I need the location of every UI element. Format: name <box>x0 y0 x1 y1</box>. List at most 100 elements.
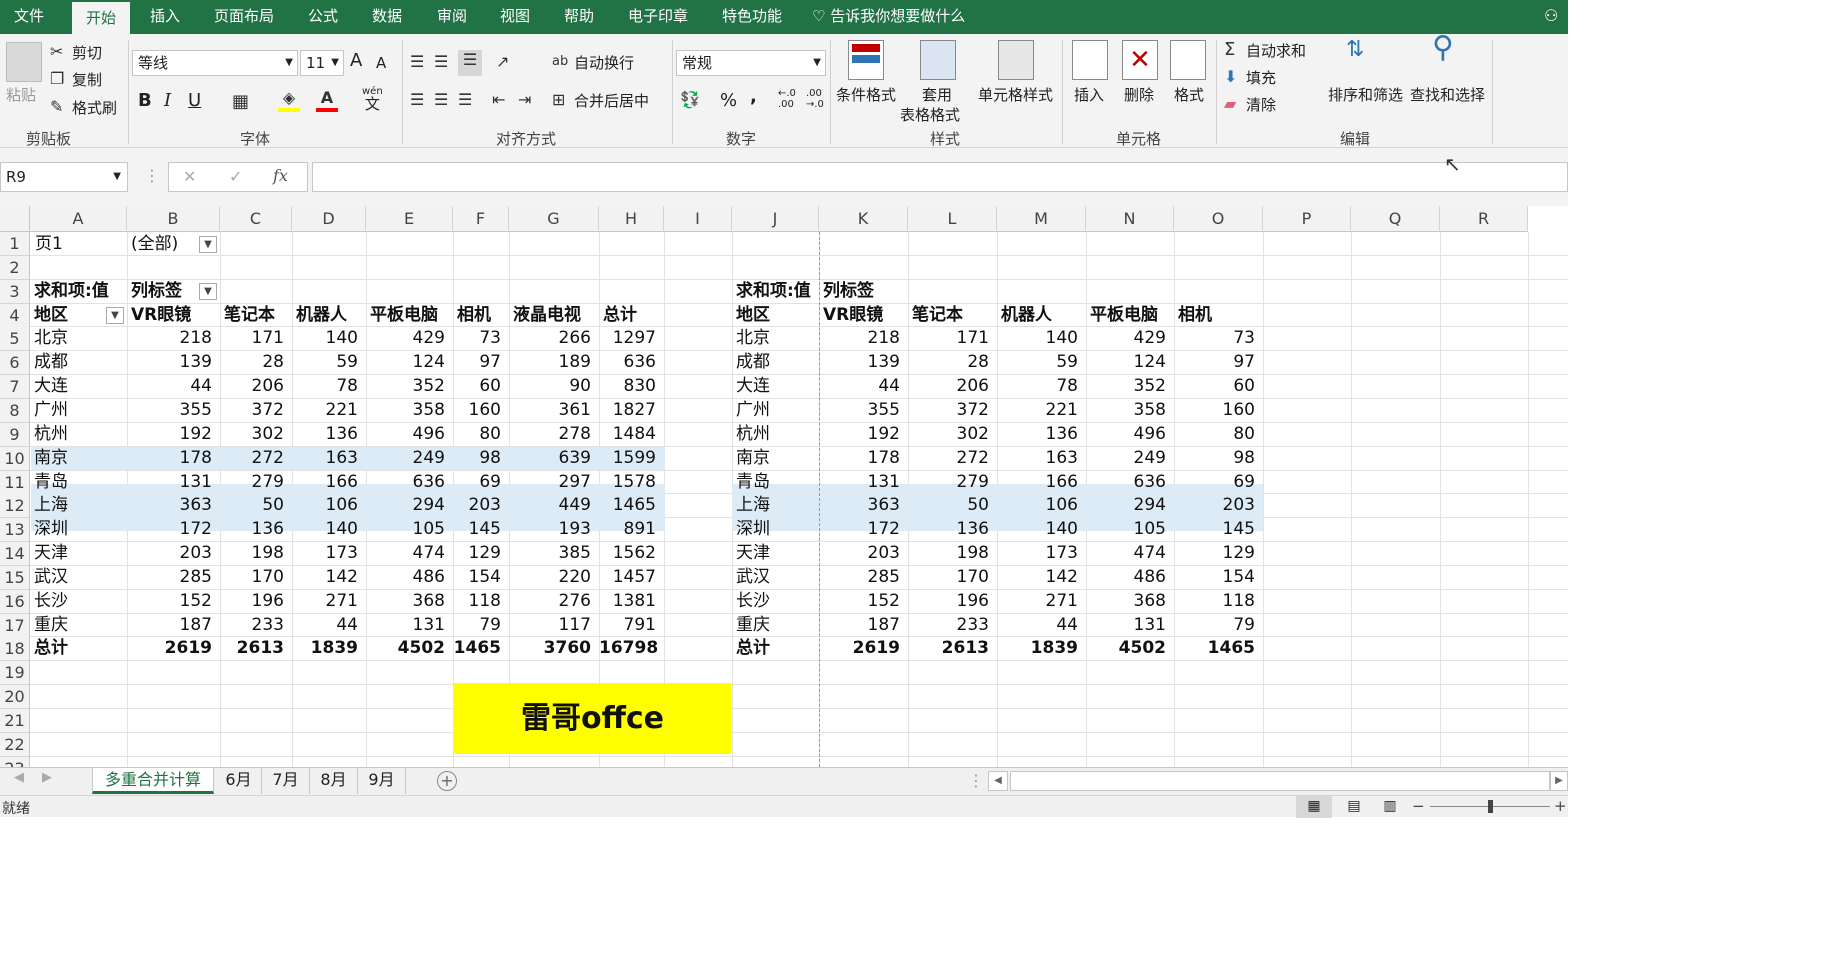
tab-data[interactable]: 数据 <box>372 0 402 34</box>
pivot-value-cell[interactable]: 192 <box>127 423 220 446</box>
pivot-value-cell[interactable]: 187 <box>127 614 220 637</box>
format-as-table-label[interactable]: 表格格式 <box>900 104 960 125</box>
fill-color-icon[interactable]: ◈ <box>278 88 300 112</box>
pivot-value-cell[interactable]: 129 <box>453 542 509 565</box>
scroll-right-icon[interactable]: ▶ <box>42 770 52 785</box>
pivot-value-cell[interactable]: 1297 <box>599 327 664 350</box>
tab-e-seal[interactable]: 电子印章 <box>628 0 688 34</box>
increase-font-button[interactable]: A <box>350 50 362 71</box>
autosum-button[interactable]: 自动求和 <box>1246 40 1306 61</box>
pivot-value-cell[interactable]: 372 <box>220 399 292 422</box>
pivot-value-cell[interactable]: 203 <box>453 494 509 517</box>
pivot-value-cell[interactable]: 171 <box>220 327 292 350</box>
pivot-value-cell[interactable]: 206 <box>220 375 292 398</box>
column-header[interactable]: H <box>599 206 664 232</box>
pivot-value-cell[interactable]: 203 <box>1174 494 1263 517</box>
pivot-value-cell[interactable]: 1827 <box>599 399 664 422</box>
row-header[interactable]: 3 <box>0 279 30 304</box>
pivot-value-cell[interactable]: 166 <box>997 471 1086 494</box>
pivot-value-cell[interactable]: 372 <box>908 399 997 422</box>
pivot-row-name[interactable]: 重庆 <box>732 614 819 637</box>
delete-cells-button[interactable]: 删除 <box>1124 84 1154 105</box>
pivot-value-cell[interactable]: 203 <box>127 542 220 565</box>
pivot-value-cell[interactable]: 131 <box>1086 614 1174 637</box>
pivot-value-cell[interactable]: 73 <box>1174 327 1263 350</box>
pivot-value-cell[interactable]: 140 <box>292 518 366 541</box>
align-top-icon[interactable]: ☰ <box>410 52 424 72</box>
fill-button[interactable]: 填充 <box>1246 67 1276 88</box>
pivot-value-cell[interactable]: 152 <box>127 590 220 613</box>
border-icon[interactable]: ▦ <box>232 92 249 112</box>
pivot-value-cell[interactable]: 59 <box>292 351 366 374</box>
column-header[interactable]: E <box>366 206 453 232</box>
pivot-value-cell[interactable]: 196 <box>908 590 997 613</box>
pivot-row-name[interactable]: 天津 <box>30 542 127 565</box>
row-header[interactable]: 2 <box>0 255 30 280</box>
pivot-value-cell[interactable]: 50 <box>908 494 997 517</box>
row-header[interactable]: 22 <box>0 732 30 757</box>
row-header[interactable]: 19 <box>0 661 30 686</box>
pivot-value-cell[interactable]: 639 <box>509 447 599 470</box>
pivot-value-cell[interactable]: 385 <box>509 542 599 565</box>
pivot-value-cell[interactable]: 140 <box>997 518 1086 541</box>
pivot-value-cell[interactable]: 173 <box>292 542 366 565</box>
pivot-value-cell[interactable]: 218 <box>127 327 220 350</box>
row-header[interactable]: 17 <box>0 613 30 638</box>
italic-button[interactable]: I <box>164 90 171 111</box>
split-handle-icon[interactable]: ⋮ <box>968 771 984 790</box>
pivot-value-cell[interactable]: 279 <box>220 471 292 494</box>
pivot-value-cell[interactable]: 193 <box>509 518 599 541</box>
column-header[interactable]: D <box>292 206 366 232</box>
tab-home[interactable]: 开始 <box>72 0 130 34</box>
pivot-value-cell[interactable]: 80 <box>1174 423 1263 446</box>
pivot-value-cell[interactable]: 272 <box>220 447 292 470</box>
pivot-value-cell[interactable]: 636 <box>1086 471 1174 494</box>
pivot-row-name[interactable]: 杭州 <box>30 423 127 446</box>
cut-button[interactable]: 剪切 <box>72 42 102 63</box>
column-header[interactable]: P <box>1263 206 1351 232</box>
increase-indent-icon[interactable]: ⇥ <box>518 90 531 110</box>
column-header[interactable]: I <box>664 206 732 232</box>
tab-review[interactable]: 审阅 <box>437 0 467 34</box>
pivot-value-cell[interactable]: 79 <box>453 614 509 637</box>
pivot-value-cell[interactable]: 97 <box>1174 351 1263 374</box>
pivot-row-name[interactable]: 长沙 <box>30 590 127 613</box>
cell-styles-button[interactable]: 单元格样式 <box>978 84 1053 105</box>
sheet-tab-july[interactable]: 7月 <box>262 768 310 794</box>
pivot-value-cell[interactable]: 163 <box>997 447 1086 470</box>
pivot-value-cell[interactable]: 636 <box>366 471 453 494</box>
pivot-value-cell[interactable]: 173 <box>997 542 1086 565</box>
wrap-text-button[interactable]: 自动换行 <box>574 52 634 73</box>
pivot-value-cell[interactable]: 249 <box>366 447 453 470</box>
pivot-value-cell[interactable]: 198 <box>908 542 997 565</box>
pivot-value-cell[interactable]: 429 <box>1086 327 1174 350</box>
copy-button[interactable]: 复制 <box>72 69 102 90</box>
tab-file[interactable]: 文件 <box>14 0 44 34</box>
row-header[interactable]: 14 <box>0 542 30 567</box>
conditional-format-button[interactable]: 条件格式 <box>836 84 896 105</box>
zoom-out-icon[interactable]: − <box>1412 796 1425 816</box>
align-center-icon[interactable]: ☰ <box>434 90 448 110</box>
sheet-tab-june[interactable]: 6月 <box>216 768 262 794</box>
pivot-value-cell[interactable]: 352 <box>1086 375 1174 398</box>
row-header[interactable]: 18 <box>0 637 30 662</box>
pivot-value-cell[interactable]: 139 <box>127 351 220 374</box>
pivot-value-cell[interactable]: 106 <box>997 494 1086 517</box>
pivot-value-cell[interactable]: 78 <box>292 375 366 398</box>
insert-function-button[interactable]: fx <box>273 166 288 185</box>
tab-page-layout[interactable]: 页面布局 <box>214 0 274 34</box>
pivot-value-cell[interactable]: 172 <box>819 518 908 541</box>
pivot-value-cell[interactable]: 355 <box>127 399 220 422</box>
increase-decimal-button[interactable]: ←.0.00 <box>778 88 796 110</box>
pivot-value-cell[interactable]: 1457 <box>599 566 664 589</box>
pivot-value-cell[interactable]: 78 <box>997 375 1086 398</box>
pivot-total-cell[interactable]: 2619 <box>127 637 220 660</box>
hscroll-left-icon[interactable]: ◀ <box>988 771 1008 791</box>
format-as-table-button[interactable]: 套用 <box>922 84 952 105</box>
pivot-value-cell[interactable]: 80 <box>453 423 509 446</box>
pivot-value-cell[interactable]: 154 <box>1174 566 1263 589</box>
column-header[interactable]: L <box>908 206 997 232</box>
pivot-value-cell[interactable]: 163 <box>292 447 366 470</box>
pivot-value-cell[interactable]: 891 <box>599 518 664 541</box>
pivot-value-cell[interactable]: 1599 <box>599 447 664 470</box>
